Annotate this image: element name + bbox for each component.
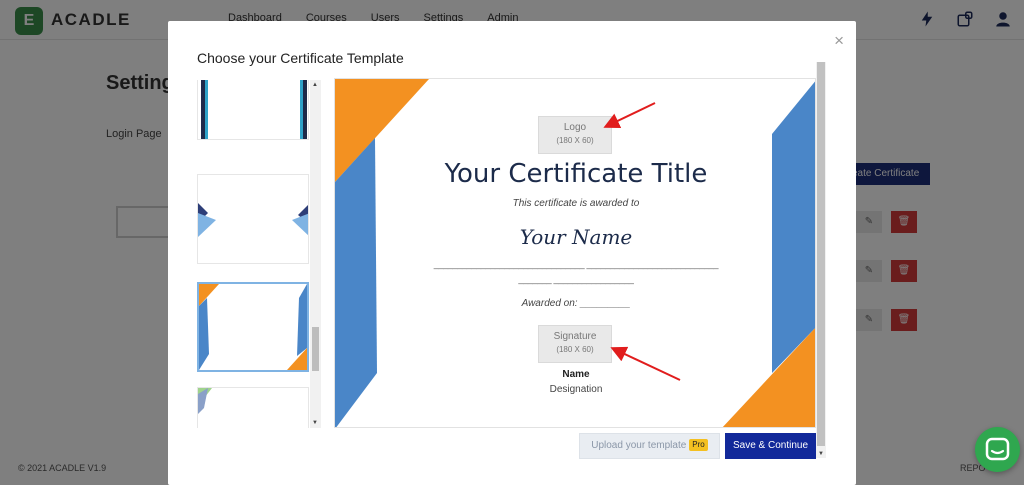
description-line-1: ________________________________ _______…: [433, 259, 719, 269]
template-thumb-3-selected[interactable]: [197, 282, 309, 372]
awarded-to-text: This certificate is awarded to: [512, 198, 640, 209]
template-thumb-1[interactable]: [197, 80, 309, 140]
upload-template-label: Upload your template: [591, 440, 687, 451]
chat-button[interactable]: [975, 427, 1020, 472]
save-continue-button[interactable]: Save & Continue: [725, 433, 816, 459]
chat-icon: [985, 437, 1010, 461]
template-thumb-2[interactable]: [197, 174, 309, 264]
scroll-up-icon[interactable]: ▲: [312, 82, 318, 88]
scroll-down-icon[interactable]: ▼: [818, 451, 824, 457]
modal-scroll-thumb[interactable]: [817, 62, 825, 446]
close-icon[interactable]: ×: [834, 32, 844, 49]
certificate-preview: Logo (180 X 60) Your Certificate Title T…: [334, 78, 816, 428]
certificate-template-modal: Choose your Certificate Template × ▲ ▼ L…: [168, 21, 856, 485]
pro-badge: Pro: [689, 439, 708, 451]
template-list-scroll-thumb[interactable]: [312, 327, 319, 371]
modal-scrollbar[interactable]: ▼: [816, 62, 826, 458]
logo-size: (180 X 60): [556, 136, 594, 145]
template-thumb-4[interactable]: [197, 387, 309, 428]
template-list: [197, 80, 321, 428]
scroll-down-icon[interactable]: ▼: [312, 420, 318, 426]
signer-name: Name: [562, 369, 590, 380]
logo-placeholder[interactable]: Logo (180 X 60): [538, 116, 612, 154]
template-list-scrollbar[interactable]: ▲ ▼: [310, 80, 321, 428]
modal-title: Choose your Certificate Template: [197, 50, 404, 66]
upload-template-button[interactable]: Upload your template Pro: [579, 433, 720, 459]
signature-placeholder[interactable]: Signature (180 X 60): [538, 325, 612, 363]
description-line-2: _______ _________________: [518, 274, 634, 284]
signer-designation: Designation: [549, 384, 603, 395]
certificate-title: Your Certificate Title: [444, 159, 708, 189]
recipient-name: Your Name: [519, 225, 633, 249]
awarded-on-text: Awarded on: _________: [521, 298, 631, 309]
signature-size: (180 X 60): [556, 345, 594, 354]
logo-label: Logo: [563, 122, 587, 133]
signature-label: Signature: [553, 331, 597, 342]
